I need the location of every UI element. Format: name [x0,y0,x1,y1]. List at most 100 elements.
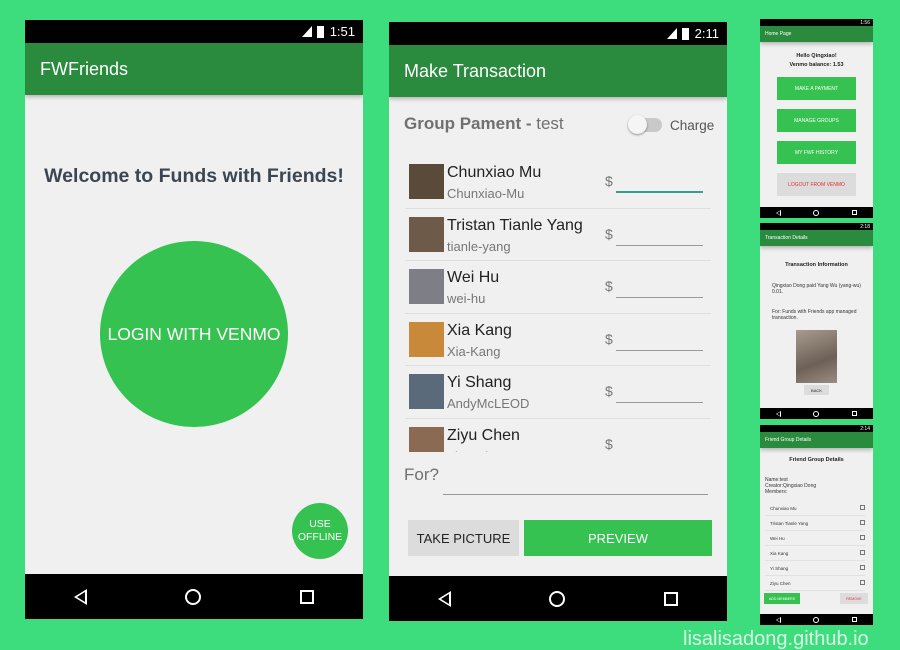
home-icon[interactable] [549,590,566,607]
fwf-history-button[interactable]: MY FWF HISTORY [777,141,856,164]
avatar [409,216,444,252]
signal-icon [301,26,312,37]
member-checkbox[interactable] [860,505,865,510]
amount-input[interactable] [616,378,703,403]
app-bar: Home Page [760,26,873,42]
member-checkbox[interactable] [860,550,865,555]
recent-apps-icon[interactable] [663,591,678,606]
friend-name: Ziyu Chen [447,426,520,444]
friend-row: Chunxiao Mu Chunxiao-Mu $ [405,156,711,209]
nav-bar [760,408,873,419]
add-members-button[interactable]: ADD MEMBERS [764,593,800,604]
venmo-balance: Venmo balance: 1.53 [789,62,844,68]
app-bar: Friend Group Details [760,432,873,448]
amount-input[interactable] [616,325,703,351]
currency-symbol: $ [605,173,613,189]
friend-username: Chunxiao-Mu [447,186,525,201]
back-button[interactable]: BACK [804,385,829,395]
app-title: Transaction Details [765,235,808,241]
home-icon[interactable] [813,410,820,417]
group-name: test [536,114,564,133]
for-label: For? [404,465,439,484]
watermark: lisalisadong.github.io [683,628,869,650]
login-with-venmo-button[interactable]: LOGIN WITH VENMO [100,241,288,427]
member-name: Xia Kang [770,551,789,556]
battery-icon [681,27,689,40]
friend-name: Wei Hu [447,269,500,286]
amount-input[interactable] [616,168,703,193]
app-bar: Transaction Details [760,230,873,246]
member-row: Tristan Tianle Yang [765,516,865,531]
recent-apps-icon[interactable] [851,210,857,215]
transaction-line2: For: Funds with Friends app managed tran… [772,309,857,321]
welcome-heading: Welcome to Funds with Friends! [44,165,344,187]
amount-input[interactable] [616,273,703,298]
nav-bar [760,207,873,218]
home-icon[interactable] [185,588,202,605]
nav-bar [25,574,363,619]
for-input[interactable] [443,471,708,495]
status-time: 2:11 [694,26,719,41]
app-title: Make Transaction [404,60,547,81]
battery-icon [316,25,324,38]
friend-name: Tristan Tianle Yang [447,216,583,234]
member-name: Ziyu Chen [770,581,791,586]
member-name: Wei Hu [770,536,785,541]
home-icon[interactable] [813,209,820,216]
avatar [409,164,444,199]
status-time: 1:51 [329,24,355,39]
member-row: Xia Kang [765,546,865,561]
member-checkbox[interactable] [860,520,865,525]
app-title: Friend Group Details [765,437,812,443]
use-offline-button[interactable]: USE OFFLINE [292,503,348,559]
take-picture-button[interactable]: TAKE PICTURE [408,520,519,556]
member-row: Yi Shang [765,561,865,576]
avatar [409,269,444,304]
back-icon[interactable] [776,209,782,216]
charge-toggle[interactable] [628,115,662,134]
make-transaction-screen: 2:11 Make Transaction Group Pament - tes… [389,22,727,621]
currency-symbol: $ [605,435,613,452]
transaction-heading: Transaction Information [785,262,848,268]
back-icon[interactable] [776,616,782,623]
back-icon[interactable] [776,410,782,417]
status-time: 2:18 [860,223,870,230]
status-bar: 1:56 [760,19,873,26]
member-checkbox[interactable] [860,580,865,585]
preview-button[interactable]: PREVIEW [524,520,712,556]
amount-input[interactable] [616,430,703,452]
app-bar: FWFriends [25,43,363,95]
member-name: Tristan Tianle Yang [770,521,809,526]
friend-list[interactable]: Chunxiao Mu Chunxiao-Mu $ Tristan Tianle Ya… [405,156,711,452]
currency-symbol: $ [605,278,613,294]
friend-row: Ziyu Chen Ziyu-Chen $ [405,419,711,452]
app-title: FWFriends [40,58,129,79]
manage-groups-button[interactable]: MANAGE GROUPS [777,109,856,132]
logout-button[interactable]: LOGOUT FROM VENMO [777,173,856,196]
app-bar: Make Transaction [389,45,727,97]
recent-apps-icon[interactable] [299,589,314,604]
group-heading: Group Pament - test [404,114,564,134]
offline-label-line1: USE [309,518,331,530]
back-icon[interactable] [438,590,452,607]
friend-group-details-thumbnail: 2:14 Friend Group Details Friend Group D… [760,425,873,625]
friend-row: Xia Kang Xia-Kang $ [405,314,711,366]
amount-input[interactable] [616,220,703,246]
avatar [409,426,444,452]
home-icon[interactable] [813,616,820,623]
make-payment-button[interactable]: MAKE A PAYMENT [777,77,856,100]
home-page-thumbnail: 1:56 Home Page Hello Qingxiao! Venmo bal… [760,19,873,218]
transaction-photo [796,330,837,383]
recent-apps-icon[interactable] [851,411,857,416]
back-icon[interactable] [74,588,88,605]
recent-apps-icon[interactable] [851,617,857,622]
remove-button[interactable]: REMOVE [840,593,868,604]
member-checkbox[interactable] [860,565,865,570]
login-button-label: LOGIN WITH VENMO [107,323,281,344]
friend-name: Chunxiao Mu [447,164,542,181]
currency-symbol: $ [605,225,613,242]
member-checkbox[interactable] [860,535,865,540]
member-name: Chunxiao Mu [770,506,797,511]
member-name: Yi Shang [770,566,789,571]
status-bar: 2:14 [760,425,873,432]
